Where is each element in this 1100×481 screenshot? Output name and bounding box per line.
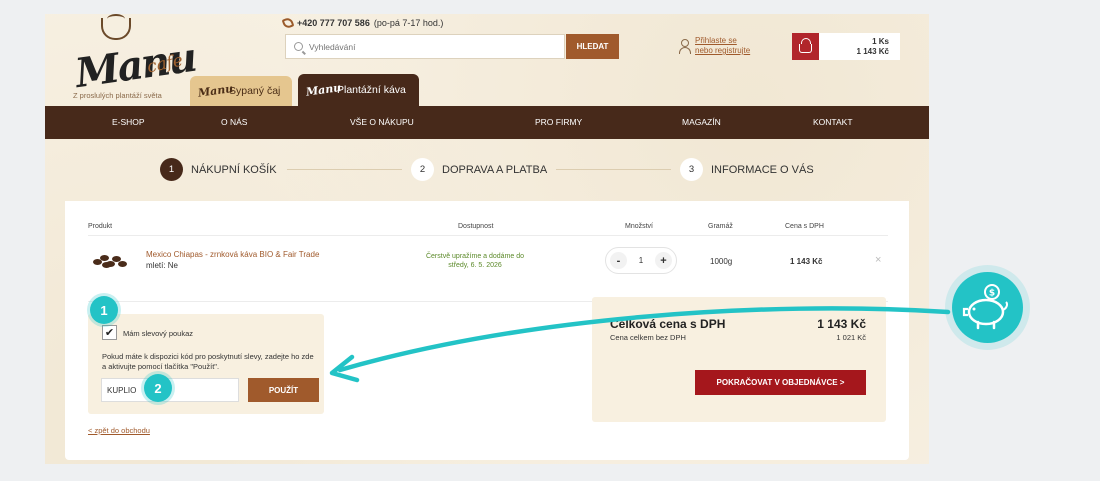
product-name-link[interactable]: Mexico Chiapas - zrnková káva BIO & Fair… — [146, 250, 319, 259]
step-divider — [556, 169, 671, 170]
search-box — [285, 34, 565, 59]
step-divider — [287, 169, 402, 170]
header-quantity: Množství — [625, 223, 654, 230]
tab-tea-logo: Manu — [197, 81, 234, 100]
step-label: DOPRAVA A PLATBA — [442, 163, 548, 176]
step-info[interactable]: 3 INFORMACE O VÁS — [680, 158, 814, 181]
summary-sub-label: Cena celkem bez DPH — [610, 333, 686, 342]
tab-tea[interactable]: Manu Sypaný čaj — [190, 76, 292, 106]
close-icon[interactable]: × — [875, 254, 881, 266]
tab-coffee-logo: Manu — [305, 80, 342, 99]
main-nav: E-SHOP O NÁS VŠE O NÁKUPU PRO FIRMY MAGA… — [45, 106, 929, 139]
quantity-stepper: - 1 + — [605, 247, 677, 274]
increase-button[interactable]: + — [654, 252, 672, 269]
voucher-text: Pokud máte k dispozici kód pro poskytnut… — [102, 352, 314, 371]
nav-kontakt[interactable]: KONTAKT — [813, 106, 853, 139]
step-cart[interactable]: 1 NÁKUPNÍ KOŠÍK — [160, 158, 277, 181]
mini-cart[interactable]: 1 Ks 1 143 Kč — [792, 33, 900, 60]
continue-order-button[interactable]: POKRAČOVAT V OBJEDNÁVCE > — [695, 370, 866, 395]
row-divider — [88, 235, 888, 236]
login-link[interactable]: Přihlaste se nebo registrujte — [679, 36, 750, 56]
phone-icon — [281, 16, 295, 30]
order-summary: Celková cena s DPH 1 143 Kč Cena celkem … — [592, 297, 886, 422]
voucher-label[interactable]: Mám slevový poukaz — [123, 329, 193, 338]
apply-voucher-button[interactable]: POUŽÍT — [248, 378, 319, 402]
product-price: 1 143 Kč — [790, 257, 823, 266]
quantity-value[interactable]: 1 — [639, 256, 643, 265]
nav-pro-firmy[interactable]: PRO FIRMY — [535, 106, 582, 139]
availability-line2: středy, 6. 5. 2026 — [448, 262, 502, 269]
header-product: Produkt — [88, 223, 113, 230]
step-number: 3 — [680, 158, 703, 181]
summary-title: Celková cena s DPH — [610, 317, 726, 331]
step-label: NÁKUPNÍ KOŠÍK — [191, 163, 277, 176]
summary-sub-value: 1 021 Kč — [836, 333, 866, 342]
tab-tea-label: Sypaný čaj — [229, 85, 281, 97]
piggy-bank-icon: $ — [952, 272, 1023, 343]
cart-count: 1 Ks — [872, 37, 889, 46]
decrease-button[interactable]: - — [610, 252, 627, 269]
search-input[interactable] — [309, 41, 549, 52]
nav-o-nas[interactable]: O NÁS — [221, 106, 247, 139]
product-weight: 1000g — [710, 257, 733, 266]
login-line2[interactable]: nebo registrujte — [695, 46, 750, 55]
nav-magazin[interactable]: MAGAZÍN — [682, 106, 721, 139]
availability-line1: Čerstvě upražíme a dodáme do — [425, 253, 525, 260]
login-line1[interactable]: Přihlaste se — [695, 36, 737, 45]
svg-text:$: $ — [989, 289, 995, 299]
back-to-shop-link[interactable]: < zpět do obchodu — [88, 426, 150, 435]
cart-total: 1 143 Kč — [856, 47, 889, 56]
availability: Čerstvě upražíme a dodáme do středy, 6. … — [420, 252, 530, 270]
search-icon — [294, 42, 303, 51]
basket-icon — [799, 37, 812, 53]
step-number: 2 — [411, 158, 434, 181]
product-grind: mletí: Ne — [146, 261, 179, 270]
header-availability: Dostupnost — [458, 223, 494, 230]
step-label: INFORMACE O VÁS — [711, 163, 814, 176]
nav-vse-o-nakupu[interactable]: VŠE O NÁKUPU — [350, 106, 414, 139]
cart-icon-box[interactable] — [792, 33, 819, 60]
phone-number[interactable]: +420 777 707 586 — [297, 18, 370, 28]
tab-coffee[interactable]: Manu Plantážní káva — [298, 74, 419, 106]
cart-panel: Produkt Dostupnost Množství Gramáž Cena … — [65, 201, 909, 460]
nav-eshop[interactable]: E-SHOP — [112, 106, 145, 139]
user-icon — [679, 39, 691, 54]
logo[interactable]: Manu cafe — [71, 14, 198, 102]
eshop-page: Manu cafe Z proslulých plantáží světa +4… — [45, 14, 929, 464]
header-weight: Gramáž — [708, 223, 733, 230]
summary-total: 1 143 Kč — [817, 317, 866, 331]
logo-cup-icon — [101, 18, 131, 40]
step-shipping[interactable]: 2 DOPRAVA A PLATBA — [411, 158, 547, 181]
tab-coffee-label: Plantážní káva — [337, 84, 406, 96]
step-badge-2: 2 — [144, 374, 172, 402]
product-image[interactable] — [93, 253, 127, 269]
voucher-box: ✔ Mám slevový poukaz Pokud máte k dispoz… — [88, 314, 324, 414]
step-number: 1 — [160, 158, 183, 181]
cart-info[interactable]: 1 Ks 1 143 Kč — [819, 33, 900, 60]
step-badge-1: 1 — [90, 296, 118, 324]
tagline: Z proslulých plantáží světa — [73, 91, 162, 100]
checkout-steps: 1 NÁKUPNÍ KOŠÍK 2 DOPRAVA A PLATBA 3 INF… — [65, 139, 909, 201]
header-price: Cena s DPH — [785, 223, 824, 230]
voucher-checkbox[interactable]: ✔ — [102, 325, 117, 340]
search-button[interactable]: HLEDAT — [566, 34, 619, 59]
phone-contact: +420 777 707 586 (po-pá 7-17 hod.) — [281, 16, 444, 30]
piggy-bank-drawing: $ — [962, 284, 1008, 330]
phone-hours: (po-pá 7-17 hod.) — [373, 18, 444, 28]
